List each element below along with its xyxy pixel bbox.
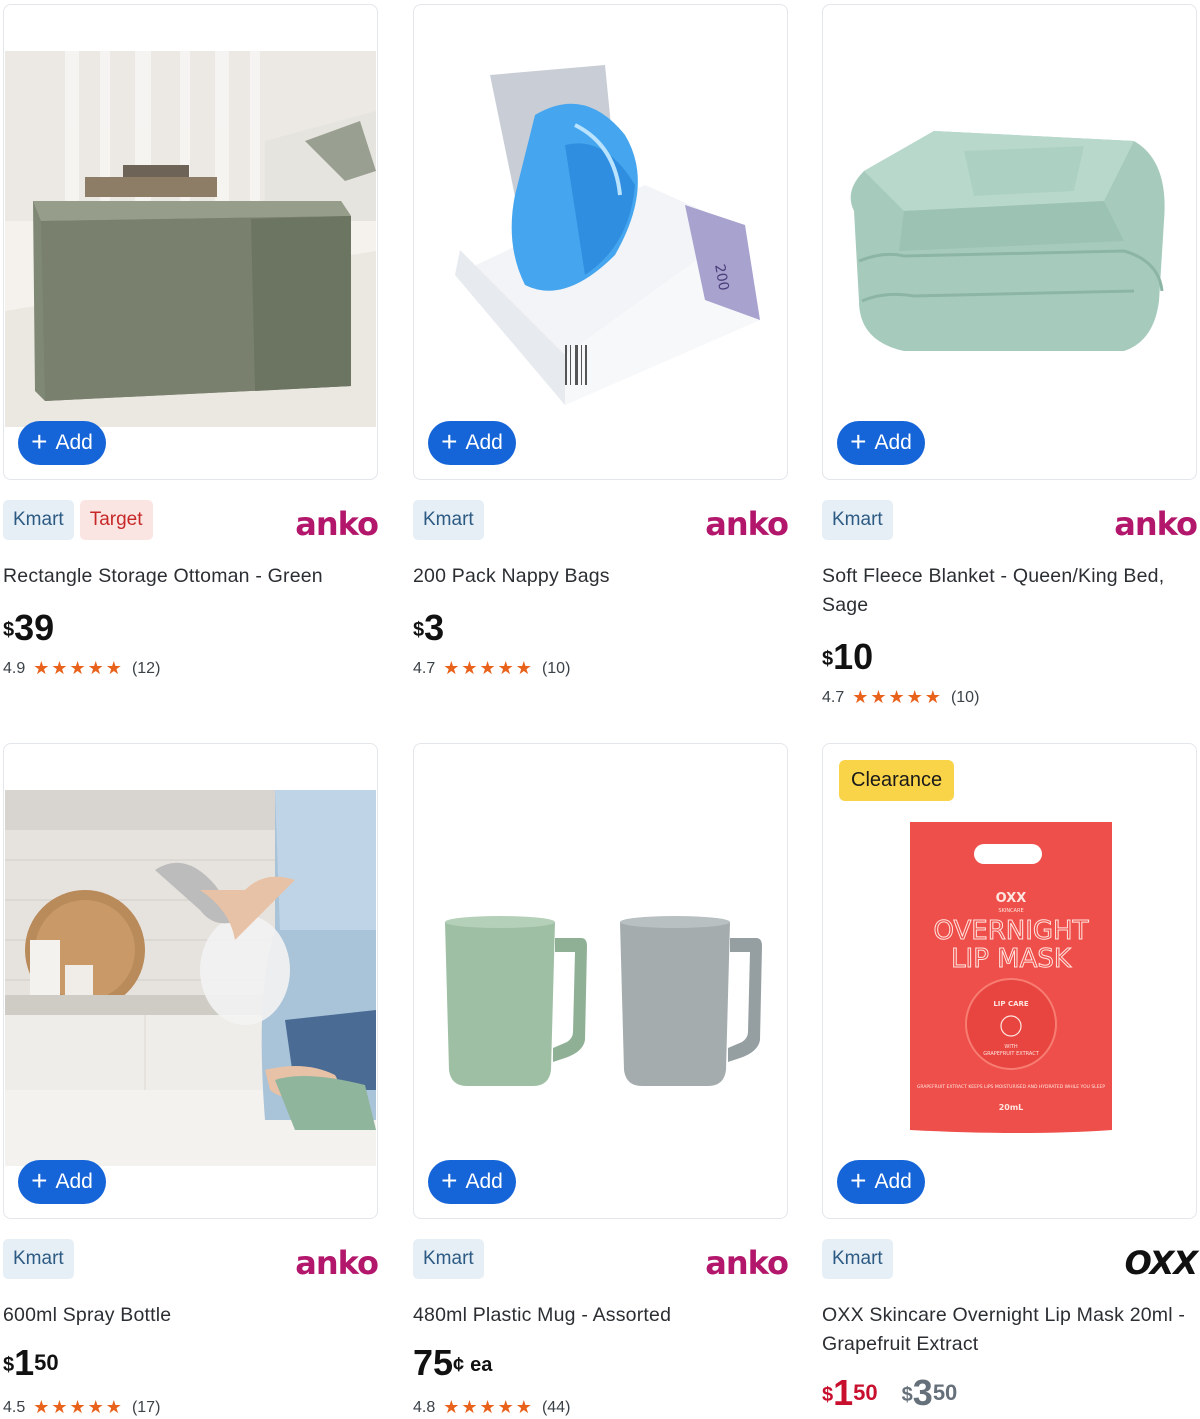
product-image: [415, 790, 786, 1166]
retailer-tags: Kmart: [413, 500, 484, 540]
retailer-tags: Kmart: [3, 1239, 74, 1279]
product-title[interactable]: Rectangle Storage Ottoman - Green: [3, 562, 378, 591]
review-count: (10): [950, 688, 980, 706]
retailer-tag-kmart: Kmart: [413, 500, 484, 540]
plus-icon: +: [441, 1164, 458, 1196]
product-image-frame[interactable]: 200 + Add: [413, 4, 788, 480]
pack-line2: LIP MASK: [951, 944, 1072, 974]
product-rating: 4.5 ★★★★★ (17): [3, 1397, 160, 1418]
product-image-frame[interactable]: + Add: [3, 4, 378, 480]
product-rating: 4.7 ★★★★★ (10): [822, 687, 979, 708]
pack-line1: OVERNIGHT: [934, 916, 1089, 946]
product-card[interactable]: Clearance OXX SKINCARE OVERNIGHT LIP MAS…: [822, 743, 1198, 1413]
clearance-badge: Clearance: [839, 760, 955, 801]
retailer-tag-kmart: Kmart: [822, 1239, 893, 1279]
review-count: (17): [131, 1398, 161, 1416]
rating-value: 4.7: [413, 659, 436, 677]
brand-logo-anko: anko: [295, 505, 379, 543]
product-title[interactable]: Soft Fleece Blanket - Queen/King Bed, Sa…: [822, 562, 1197, 620]
product-image-frame[interactable]: + Add: [822, 4, 1197, 480]
plus-icon: +: [31, 1164, 48, 1196]
add-to-cart-button[interactable]: + Add: [428, 421, 516, 465]
product-image-frame[interactable]: + Add: [3, 743, 378, 1219]
retailer-tags: Kmart: [822, 500, 893, 540]
plus-icon: +: [441, 425, 458, 457]
retailer-tags: Kmart Target: [3, 500, 153, 540]
add-to-cart-button[interactable]: + Add: [428, 1160, 516, 1204]
product-card[interactable]: + Add Kmart anko 600ml Spray Bottle $150…: [3, 743, 379, 1417]
star-rating-icon: ★★★★★: [33, 1397, 124, 1417]
rating-value: 4.9: [3, 659, 26, 677]
product-title[interactable]: 480ml Plastic Mug - Assorted: [413, 1301, 788, 1330]
product-rating: 4.7 ★★★★★ (10): [413, 658, 570, 679]
star-rating-icon: ★★★★★: [852, 687, 943, 707]
retailer-tag-kmart: Kmart: [3, 500, 74, 540]
product-rating: 4.8 ★★★★★ (44): [413, 1397, 570, 1418]
plus-icon: +: [850, 1164, 867, 1196]
product-price: 75¢ ea: [413, 1342, 493, 1383]
pack-care: LIP CARE: [993, 1000, 1029, 1008]
add-to-cart-button[interactable]: + Add: [837, 421, 925, 465]
star-rating-icon: ★★★★★: [443, 1397, 534, 1417]
currency-symbol: $: [3, 619, 15, 641]
original-price: $350: [901, 1372, 958, 1413]
retailer-tag-kmart: Kmart: [413, 1239, 484, 1279]
retailer-tag-kmart: Kmart: [822, 500, 893, 540]
unit-label: ea: [470, 1354, 493, 1376]
brand-logo-anko: anko: [295, 1244, 379, 1282]
product-title[interactable]: 200 Pack Nappy Bags: [413, 562, 788, 591]
add-to-cart-button[interactable]: + Add: [18, 421, 106, 465]
product-title[interactable]: OXX Skincare Overnight Lip Mask 20ml - G…: [822, 1301, 1197, 1359]
product-price: $150 $350: [822, 1372, 958, 1413]
add-to-cart-button[interactable]: + Add: [18, 1160, 106, 1204]
review-count: (44): [541, 1398, 571, 1416]
star-rating-icon: ★★★★★: [443, 658, 534, 678]
product-price: $39: [3, 607, 55, 648]
product-price: $10: [822, 636, 874, 677]
rating-value: 4.5: [3, 1398, 26, 1416]
plus-icon: +: [31, 425, 48, 457]
currency-symbol: $: [413, 619, 425, 641]
product-image: 200: [415, 45, 786, 421]
product-card[interactable]: + Add Kmart anko Soft Fleece Blanket - Q…: [822, 4, 1198, 707]
product-card[interactable]: + Add Kmart anko 480ml Plastic Mug - Ass…: [413, 743, 789, 1417]
product-image: [5, 790, 376, 1166]
brand-logo-oxx: OXX: [1124, 1244, 1198, 1282]
product-image: OXX SKINCARE OVERNIGHT LIP MASK LIP CARE…: [824, 814, 1195, 1144]
brand-logo-anko: anko: [705, 505, 789, 543]
product-card[interactable]: 200 + Add Kmart anko 200 Pack Nappy Bags…: [413, 4, 789, 678]
brand-logo-anko: anko: [1114, 505, 1198, 543]
add-to-cart-button[interactable]: + Add: [837, 1160, 925, 1204]
product-image-frame[interactable]: + Add: [413, 743, 788, 1219]
retailer-tags: Kmart: [822, 1239, 893, 1279]
product-price: $3: [413, 607, 445, 648]
pack-extract: GRAPEFRUIT EXTRACT: [983, 1051, 1040, 1057]
rating-value: 4.8: [413, 1398, 436, 1416]
pack-desc: GRAPEFRUIT EXTRACT KEEPS LIPS MOISTURISE…: [917, 1084, 1105, 1090]
product-card[interactable]: + Add Kmart Target anko Rectangle Storag…: [3, 4, 379, 678]
currency-symbol: $: [822, 648, 834, 670]
product-image: [5, 51, 376, 427]
retailer-tag-target: Target: [79, 500, 153, 540]
product-image: [824, 51, 1195, 427]
rating-value: 4.7: [822, 688, 845, 706]
product-image-frame[interactable]: Clearance OXX SKINCARE OVERNIGHT LIP MAS…: [822, 743, 1197, 1219]
review-count: (12): [131, 659, 161, 677]
pack-with: WITH: [1004, 1044, 1017, 1050]
pack-size: 20mL: [999, 1103, 1024, 1112]
pack-sub: SKINCARE: [998, 908, 1023, 914]
pack-brand: OXX: [996, 891, 1027, 906]
star-rating-icon: ★★★★★: [33, 658, 124, 678]
product-rating: 4.9 ★★★★★ (12): [3, 658, 160, 679]
currency-symbol: $: [822, 1384, 834, 1406]
brand-logo-anko: anko: [705, 1244, 789, 1282]
retailer-tag-kmart: Kmart: [3, 1239, 74, 1279]
plus-icon: +: [850, 425, 867, 457]
retailer-tags: Kmart: [413, 1239, 484, 1279]
review-count: (10): [541, 659, 571, 677]
product-price: $150: [3, 1342, 59, 1383]
currency-symbol: $: [3, 1354, 15, 1376]
product-title[interactable]: 600ml Spray Bottle: [3, 1301, 378, 1330]
